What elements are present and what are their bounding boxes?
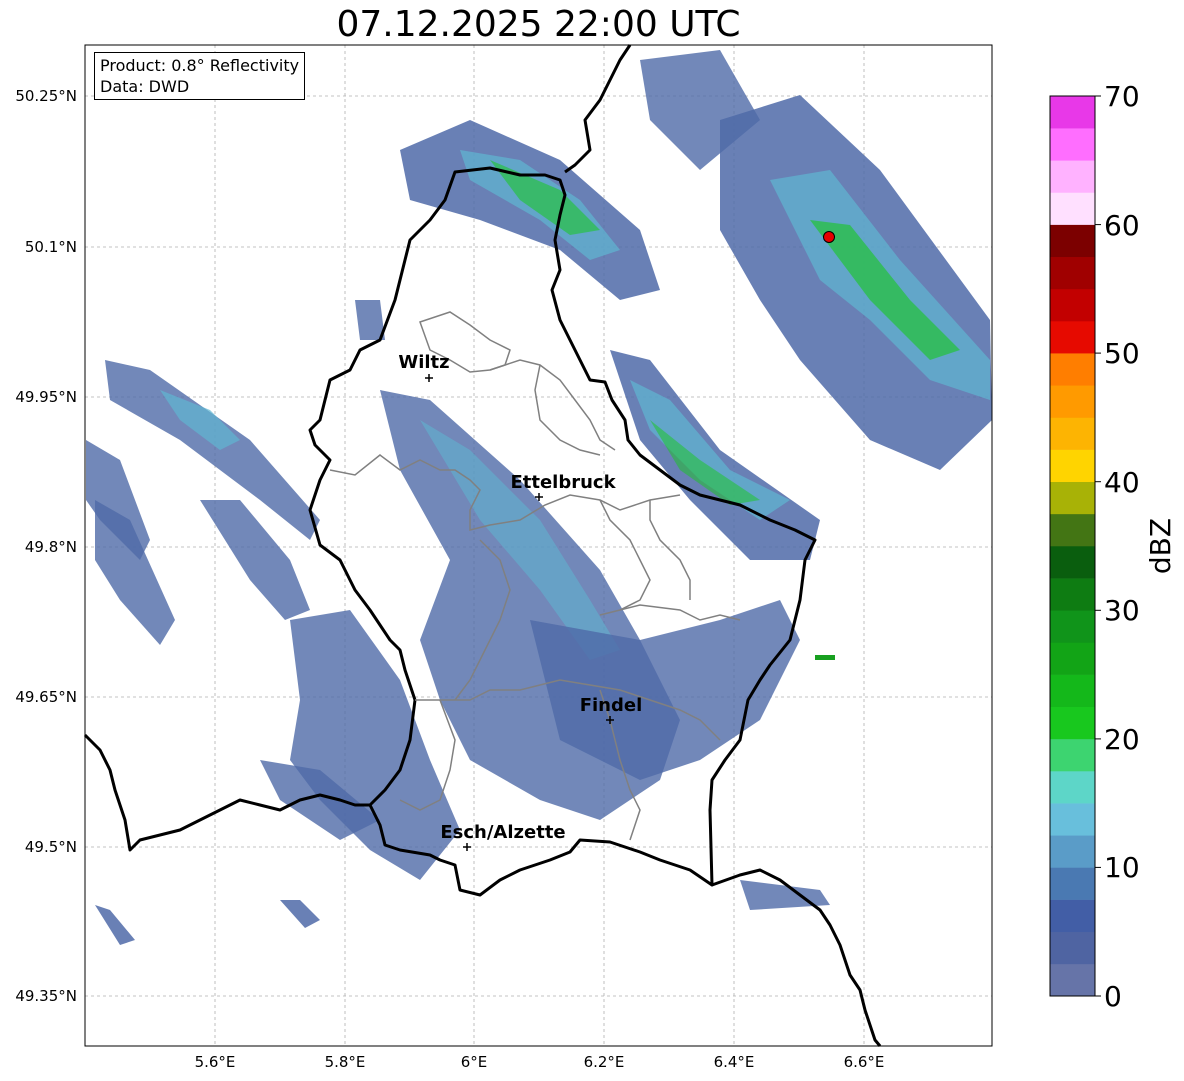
colorbar-segment bbox=[1050, 546, 1095, 579]
colorbar-segment bbox=[1050, 931, 1095, 965]
lon-tick: 6°E bbox=[461, 1053, 488, 1071]
colorbar-segment bbox=[1050, 417, 1095, 450]
colorbar-segment bbox=[1050, 835, 1095, 868]
colorbar-segment bbox=[1050, 513, 1095, 547]
colorbar-segment bbox=[1050, 674, 1095, 708]
city-label-findel: Findel bbox=[580, 695, 643, 716]
colorbar-segment bbox=[1050, 578, 1095, 611]
colorbar-segment bbox=[1050, 449, 1095, 483]
colorbar-tick-label: 30 bbox=[1104, 594, 1140, 627]
colorbar-segment bbox=[1050, 160, 1095, 193]
info-box: Product: 0.8° Reflectivity Data: DWD bbox=[94, 52, 306, 100]
colorbar-segment bbox=[1050, 192, 1095, 225]
lat-tick: 50.1°N bbox=[25, 238, 77, 256]
colorbar bbox=[1050, 96, 1095, 997]
colorbar-label: dBZ bbox=[1144, 518, 1177, 574]
product-text: Product: 0.8° Reflectivity bbox=[100, 56, 300, 75]
colorbar-segment bbox=[1050, 771, 1095, 804]
colorbar-segment bbox=[1050, 706, 1095, 740]
colorbar-segment bbox=[1050, 899, 1095, 933]
colorbar-tick-label: 60 bbox=[1104, 209, 1140, 242]
colorbar-segment bbox=[1050, 256, 1095, 290]
colorbar-segment bbox=[1050, 96, 1095, 129]
colorbar-tick-label: 40 bbox=[1104, 466, 1140, 499]
lon-tick: 5.8°E bbox=[325, 1053, 366, 1071]
lon-tick: 6.4°E bbox=[714, 1053, 755, 1071]
lat-ticks: 50.25°N 50.1°N 49.95°N 49.8°N 49.65°N 49… bbox=[15, 87, 77, 1005]
colorbar-tick-label: 70 bbox=[1104, 80, 1140, 113]
colorbar-segment bbox=[1050, 128, 1095, 161]
colorbar-segment bbox=[1050, 738, 1095, 772]
colorbar-segment bbox=[1050, 321, 1095, 354]
lat-tick: 49.8°N bbox=[25, 538, 77, 556]
lon-tick: 6.2°E bbox=[584, 1053, 625, 1071]
colorbar-segment bbox=[1050, 867, 1095, 900]
colorbar-ticks: 0 10 20 30 40 50 60 70 bbox=[1095, 80, 1140, 1013]
colorbar-tick-label: 10 bbox=[1104, 851, 1140, 884]
colorbar-segment bbox=[1050, 963, 1095, 997]
lat-tick: 49.95°N bbox=[15, 388, 77, 406]
colorbar-tick-label: 20 bbox=[1104, 723, 1140, 756]
lat-tick: 49.35°N bbox=[15, 987, 77, 1005]
colorbar-segment bbox=[1050, 385, 1095, 418]
colorbar-segment bbox=[1050, 353, 1095, 386]
data-source-text: Data: DWD bbox=[100, 77, 190, 96]
city-label-wiltz: Wiltz bbox=[398, 352, 449, 373]
lon-tick: 6.6°E bbox=[844, 1053, 885, 1071]
lat-tick: 50.25°N bbox=[15, 87, 77, 105]
city-label-esch-alzette: Esch/Alzette bbox=[440, 822, 565, 843]
colorbar-segment bbox=[1050, 481, 1095, 515]
colorbar-segment bbox=[1050, 610, 1095, 643]
colorbar-tick-label: 0 bbox=[1104, 980, 1122, 1013]
radar-map: Wiltz Ettelbruck Findel Esch/Alzette 5.6… bbox=[15, 44, 1177, 1071]
lat-tick: 49.5°N bbox=[25, 838, 77, 856]
colorbar-segment bbox=[1050, 224, 1095, 258]
lon-tick: 5.6°E bbox=[195, 1053, 236, 1071]
city-label-ettelbruck: Ettelbruck bbox=[510, 472, 616, 493]
lon-ticks: 5.6°E 5.8°E 6°E 6.2°E 6.4°E 6.6°E bbox=[195, 1053, 885, 1071]
lat-tick: 49.65°N bbox=[15, 688, 77, 706]
colorbar-segment bbox=[1050, 642, 1095, 675]
colorbar-tick-label: 50 bbox=[1104, 337, 1140, 370]
radar-site-marker bbox=[823, 231, 835, 243]
colorbar-segment bbox=[1050, 288, 1095, 322]
colorbar-segment bbox=[1050, 803, 1095, 836]
